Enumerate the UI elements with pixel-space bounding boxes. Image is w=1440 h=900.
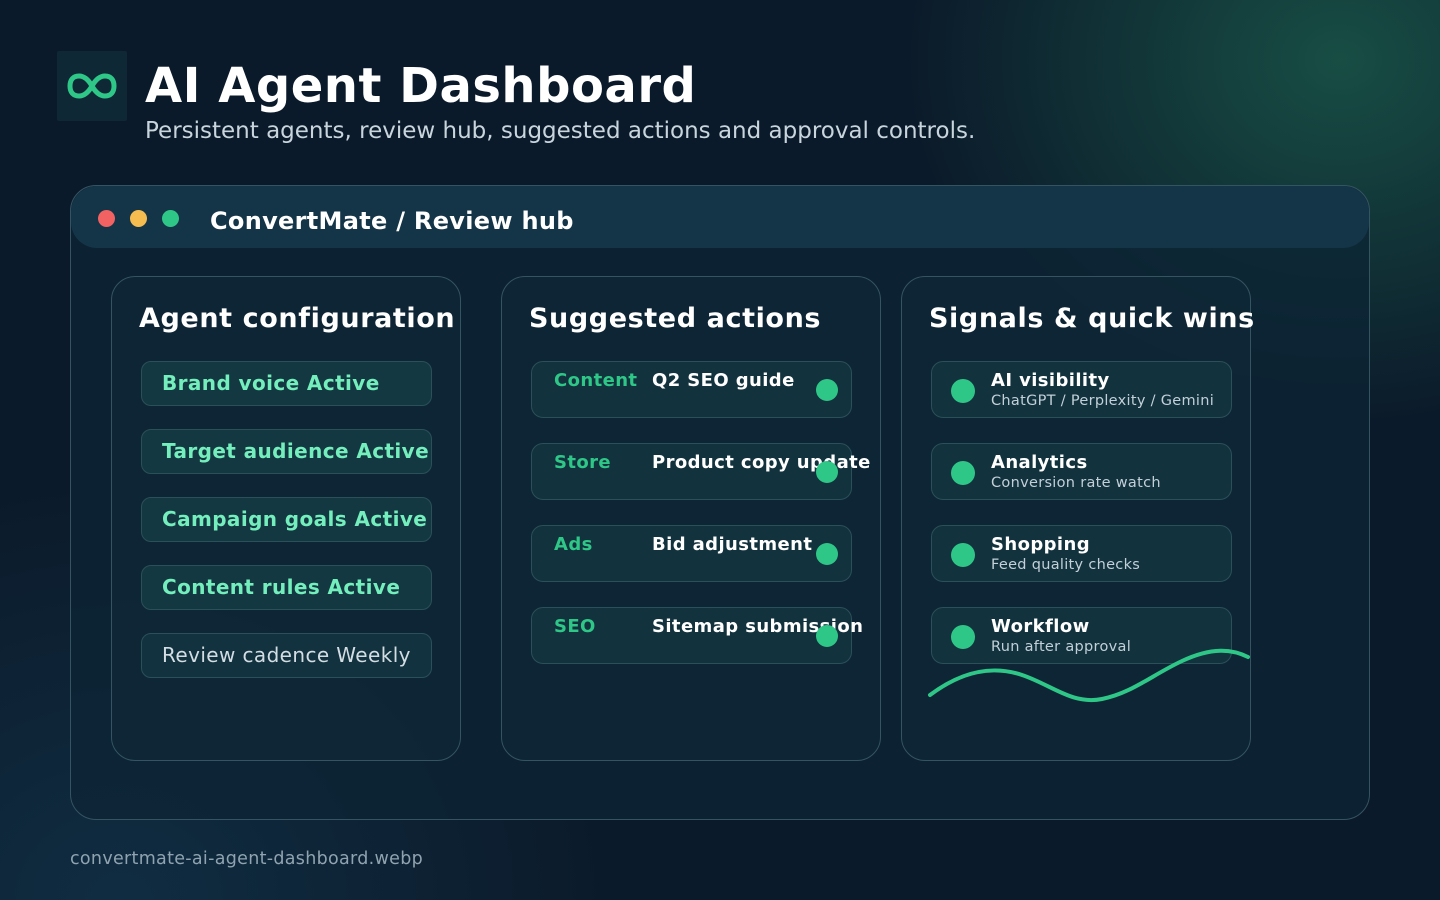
status-dot-icon bbox=[816, 461, 838, 483]
close-window-button[interactable] bbox=[98, 210, 115, 227]
signal-title: AI visibility bbox=[991, 370, 1110, 391]
status-dot-icon bbox=[951, 543, 975, 567]
status-dot-icon bbox=[816, 543, 838, 565]
maximize-window-button[interactable] bbox=[162, 210, 179, 227]
window-title-bar: ConvertMate / Review hub bbox=[71, 186, 1369, 248]
action-tag: Store bbox=[554, 452, 612, 473]
config-item-target-audience[interactable]: Target audience Active bbox=[141, 429, 432, 474]
signal-title: Analytics bbox=[991, 452, 1088, 473]
minimize-window-button[interactable] bbox=[130, 210, 147, 227]
signal-item-ai-visibility[interactable]: AI visibility ChatGPT / Perplexity / Gem… bbox=[931, 361, 1232, 418]
status-dot-icon bbox=[951, 625, 975, 649]
status-dot-icon bbox=[816, 379, 838, 401]
action-text: Q2 SEO guide bbox=[652, 370, 795, 391]
action-item-store[interactable]: Store Product copy update bbox=[531, 443, 870, 500]
config-item-brand-voice[interactable]: Brand voice Active bbox=[141, 361, 432, 406]
suggested-actions-panel: Suggested actions Content Q2 SEO guide S… bbox=[501, 276, 881, 761]
review-hub-window: ConvertMate / Review hub Agent configura… bbox=[70, 185, 1370, 820]
action-tag: SEO bbox=[554, 616, 596, 637]
config-item-campaign-goals[interactable]: Campaign goals Active bbox=[141, 497, 432, 542]
status-dot-icon bbox=[816, 625, 838, 647]
signal-subtitle: Conversion rate watch bbox=[991, 475, 1161, 491]
signal-subtitle: ChatGPT / Perplexity / Gemini bbox=[991, 393, 1215, 409]
signals-panel: Signals & quick wins AI visibility ChatG… bbox=[901, 276, 1254, 761]
config-item-content-rules[interactable]: Content rules Active bbox=[141, 565, 432, 610]
status-dot-icon bbox=[951, 379, 975, 403]
action-item-ads[interactable]: Ads Bid adjustment bbox=[531, 525, 852, 582]
agent-configuration-panel: Agent configuration Brand voice Active T… bbox=[111, 276, 461, 761]
action-item-content[interactable]: Content Q2 SEO guide bbox=[531, 361, 852, 418]
action-text: Bid adjustment bbox=[652, 534, 813, 555]
status-dot-icon bbox=[951, 461, 975, 485]
action-item-seo[interactable]: SEO Sitemap submission bbox=[531, 607, 863, 664]
infinity-icon bbox=[67, 73, 117, 99]
window-title: ConvertMate / Review hub bbox=[210, 207, 574, 235]
signal-subtitle: Feed quality checks bbox=[991, 557, 1141, 573]
page-title: AI Agent Dashboard bbox=[145, 58, 697, 114]
config-item-review-cadence[interactable]: Review cadence Weekly bbox=[141, 633, 432, 678]
action-tag: Content bbox=[554, 370, 638, 391]
signal-item-analytics[interactable]: Analytics Conversion rate watch bbox=[931, 443, 1232, 500]
panel-title: Signals & quick wins bbox=[929, 303, 1255, 334]
image-filename: convertmate-ai-agent-dashboard.webp bbox=[70, 849, 424, 869]
signal-title: Shopping bbox=[991, 534, 1090, 555]
logo bbox=[57, 51, 127, 121]
action-tag: Ads bbox=[554, 534, 593, 555]
panel-title: Agent configuration bbox=[139, 303, 456, 334]
panel-title: Suggested actions bbox=[529, 303, 822, 334]
signal-item-shopping[interactable]: Shopping Feed quality checks bbox=[931, 525, 1232, 582]
trend-sparkline bbox=[928, 648, 1250, 703]
signal-title: Workflow bbox=[991, 616, 1090, 637]
page-subtitle: Persistent agents, review hub, suggested… bbox=[145, 118, 976, 144]
